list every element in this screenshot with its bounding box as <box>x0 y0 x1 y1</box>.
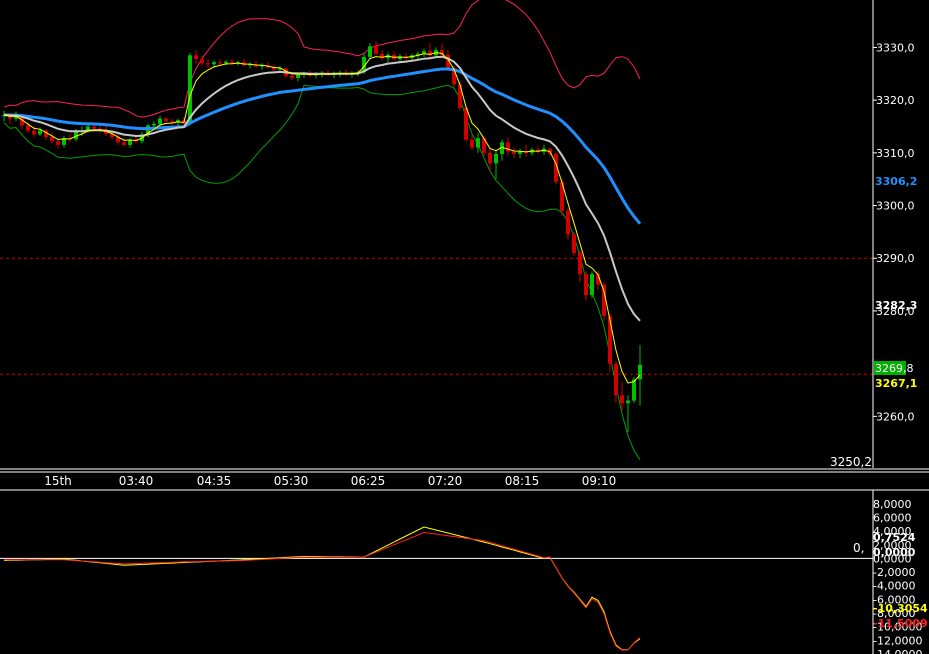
time-axis-label: 04:35 <box>197 474 232 488</box>
time-axis-label: 03:40 <box>119 474 154 488</box>
oscillator-tick-label: -12,0000 <box>873 634 922 647</box>
candle-body <box>470 139 474 148</box>
price-tick-label: 3330,0 <box>876 41 915 54</box>
candle-body <box>632 379 636 401</box>
candle-body <box>170 121 174 123</box>
bollinger-bands <box>3 0 641 460</box>
candle-body <box>620 395 624 404</box>
time-axis-label: 08:15 <box>505 474 540 488</box>
candle-body <box>572 234 576 253</box>
scale-min-label: 3250,2 <box>830 455 872 469</box>
oscillator-tick-label: 6,0000 <box>873 511 912 524</box>
ma-short-line <box>3 52 641 384</box>
candle-body <box>200 59 204 64</box>
candle-body <box>518 151 522 154</box>
oscillator-tick-label: -14,0000 <box>873 648 922 654</box>
price-tick-label: 3290,0 <box>876 252 915 265</box>
candle-body <box>206 63 210 65</box>
time-axis-label: 09:10 <box>582 474 617 488</box>
price-tick-label: 3300,0 <box>876 200 915 213</box>
ma-long-value-label: 3306,2 <box>875 175 917 188</box>
oscillator-upper-badge: 0,7524 <box>873 531 916 544</box>
reference-lines <box>0 257 873 375</box>
oscillator-panel <box>0 526 873 651</box>
candle-body <box>584 274 588 296</box>
candle-body <box>122 142 126 145</box>
oscillator-tick-label: 8,0000 <box>873 498 912 511</box>
candle-body <box>290 75 294 78</box>
candle-body <box>458 84 462 109</box>
candle-body <box>368 46 372 57</box>
candle-body <box>464 108 468 140</box>
candle-body <box>152 123 156 126</box>
candle-body <box>614 363 618 396</box>
time-axis-label: 06:25 <box>351 474 386 488</box>
time-axis-label: 05:30 <box>274 474 309 488</box>
ma-mid-value-label: 3282,3 <box>875 299 917 312</box>
oscillator-signal-line <box>3 526 641 651</box>
bollinger-lower-line <box>3 84 641 460</box>
candle-body <box>92 126 96 129</box>
candle-body <box>296 74 300 78</box>
candle-body <box>578 252 582 275</box>
oscillator-lines <box>3 526 641 651</box>
candle-body <box>494 153 498 164</box>
bollinger-upper-line <box>3 0 641 118</box>
candle-body <box>26 125 30 131</box>
candle-body <box>164 118 168 122</box>
ma-long-line <box>3 67 642 225</box>
oscillator-signal-badge: -10,3054 <box>873 602 928 615</box>
price-tick-label: 3320,0 <box>876 94 915 107</box>
candle-body <box>374 46 378 54</box>
moving-averages <box>3 52 642 384</box>
candle-body <box>32 130 36 135</box>
candle-body <box>38 130 42 135</box>
candle-body <box>218 62 222 64</box>
candle-body <box>608 316 612 364</box>
candle-body <box>566 210 570 235</box>
oscillator-zero-badge: 0,0000 <box>873 546 916 559</box>
candle-body <box>638 364 642 380</box>
candle-body <box>56 141 60 145</box>
ma-short-value-label: 3267,1 <box>875 377 917 390</box>
ma-mid-line <box>3 55 641 322</box>
time-axis-labels: 15th 03:40 04:35 05:30 06:25 07:20 08:15 09:10 <box>44 474 616 488</box>
oscillator-level-label: 0, <box>853 541 864 555</box>
candle-body <box>188 55 192 124</box>
candle-body <box>212 62 216 65</box>
candle-body <box>50 137 54 142</box>
candle-body <box>476 138 480 148</box>
oscillator-axis-ticks: 8,00006,00004,00002,00000,0000-2,0000-4,… <box>873 498 922 654</box>
price-tick-label: 3310,0 <box>876 147 915 160</box>
oscillator-macd-badge: -11,5009 <box>873 617 928 630</box>
oscillator-tick-label: -4,0000 <box>873 580 915 593</box>
candle-body <box>590 274 594 296</box>
price-panel <box>0 0 873 460</box>
candle-body <box>506 142 510 152</box>
time-axis-label: 07:20 <box>428 474 463 488</box>
candle-body <box>230 61 234 64</box>
chart-canvas: 3330,03320,03310,03300,03290,03280,03260… <box>0 0 929 654</box>
oscillator-tick-label: -2,0000 <box>873 566 915 579</box>
oscillator-macd-line <box>4 531 641 651</box>
candle-body <box>488 152 492 164</box>
last-price-label: 3269,8 <box>875 362 914 375</box>
candle-body <box>626 400 630 404</box>
candle-body <box>512 151 516 154</box>
price-tick-label: 3260,0 <box>876 410 915 423</box>
candle-body <box>158 118 162 124</box>
time-axis-label: 15th <box>44 474 72 488</box>
candlesticks <box>2 41 642 433</box>
candle-body <box>194 55 198 60</box>
candle-body <box>224 61 228 64</box>
